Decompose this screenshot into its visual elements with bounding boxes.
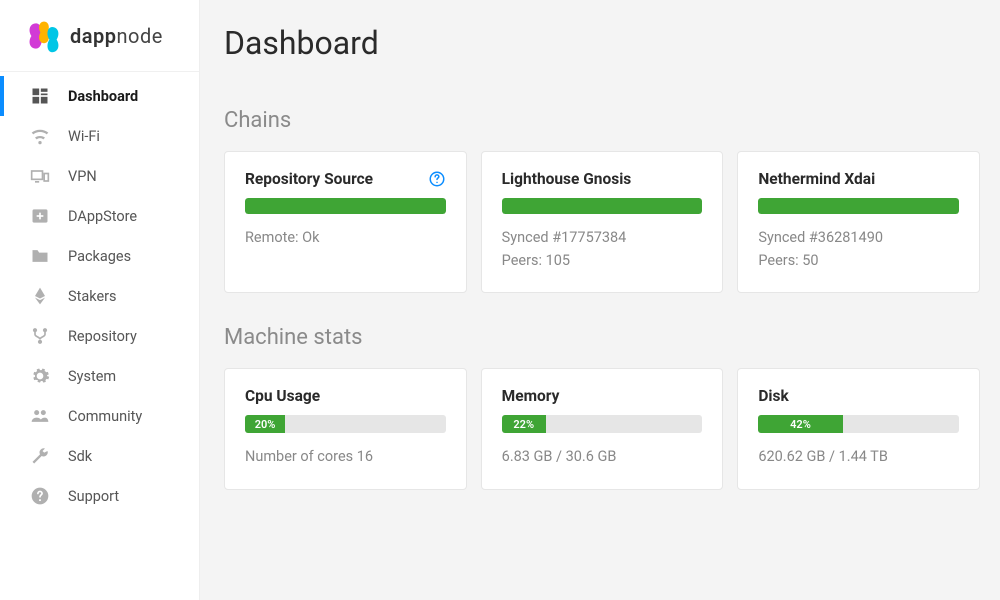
card-subtext: 6.83 GB / 30.6 GB bbox=[502, 445, 703, 468]
card-status-line: Remote: Ok bbox=[245, 226, 446, 249]
logo[interactable]: dappnode bbox=[0, 0, 199, 72]
card-status-line: Synced #17757384 bbox=[502, 226, 703, 249]
progress-fill bbox=[758, 198, 959, 214]
card-title: Repository Source bbox=[245, 170, 373, 188]
sidebar-item-dashboard[interactable]: Dashboard bbox=[0, 76, 199, 116]
sidebar-item-label: System bbox=[68, 368, 116, 385]
people-icon bbox=[30, 406, 50, 426]
sidebar: dappnode Dashboard Wi-Fi VPN bbox=[0, 0, 200, 600]
sidebar-item-label: Dashboard bbox=[68, 88, 138, 105]
section-title-stats: Machine stats bbox=[224, 325, 980, 350]
chain-card-repository-source: Repository Source Remote: Ok bbox=[224, 151, 467, 293]
chains-cards: Repository Source Remote: Ok Lighthouse … bbox=[224, 151, 980, 293]
logo-text: dappnode bbox=[70, 24, 163, 48]
wifi-icon bbox=[30, 126, 50, 146]
sidebar-item-label: Stakers bbox=[68, 288, 117, 305]
plus-box-icon bbox=[30, 206, 50, 226]
stat-card-disk: Disk 42% 620.62 GB / 1.44 TB bbox=[737, 368, 980, 489]
help-circle-icon bbox=[30, 486, 50, 506]
stats-cards: Cpu Usage 20% Number of cores 16 Memory … bbox=[224, 368, 980, 489]
progress-bar bbox=[758, 198, 959, 214]
card-title: Lighthouse Gnosis bbox=[502, 170, 632, 188]
sidebar-item-label: Support bbox=[68, 488, 119, 505]
help-icon[interactable] bbox=[428, 170, 446, 188]
sidebar-item-label: Sdk bbox=[68, 448, 92, 465]
sidebar-item-vpn[interactable]: VPN bbox=[0, 156, 199, 196]
page-title: Dashboard bbox=[224, 24, 980, 62]
dashboard-icon bbox=[30, 86, 50, 106]
sidebar-item-label: Wi-Fi bbox=[68, 128, 100, 145]
card-title: Nethermind Xdai bbox=[758, 170, 875, 188]
sidebar-item-label: VPN bbox=[68, 168, 97, 185]
gear-icon bbox=[30, 366, 50, 386]
progress-fill bbox=[502, 198, 703, 214]
sidebar-item-label: DAppStore bbox=[68, 208, 137, 225]
sidebar-item-wifi[interactable]: Wi-Fi bbox=[0, 116, 199, 156]
section-title-chains: Chains bbox=[224, 108, 980, 133]
progress-bar bbox=[502, 198, 703, 214]
devices-icon bbox=[30, 166, 50, 186]
card-title: Disk bbox=[758, 387, 788, 405]
card-status-line: Synced #36281490 bbox=[758, 226, 959, 249]
usage-fill: 20% bbox=[245, 415, 285, 433]
sidebar-item-packages[interactable]: Packages bbox=[0, 236, 199, 276]
card-title: Memory bbox=[502, 387, 560, 405]
ethereum-icon bbox=[30, 286, 50, 306]
card-status-line: Peers: 50 bbox=[758, 249, 959, 272]
sidebar-item-dappstore[interactable]: DAppStore bbox=[0, 196, 199, 236]
sidebar-item-label: Repository bbox=[68, 328, 137, 345]
sidebar-item-sdk[interactable]: Sdk bbox=[0, 436, 199, 476]
fork-icon bbox=[30, 326, 50, 346]
card-status-line: Peers: 105 bbox=[502, 249, 703, 272]
progress-bar bbox=[245, 198, 446, 214]
card-subtext: Number of cores 16 bbox=[245, 445, 446, 468]
sidebar-item-stakers[interactable]: Stakers bbox=[0, 276, 199, 316]
usage-bar: 42% bbox=[758, 415, 959, 433]
sidebar-item-community[interactable]: Community bbox=[0, 396, 199, 436]
sidebar-item-label: Packages bbox=[68, 248, 131, 265]
logo-icon bbox=[26, 18, 62, 54]
sidebar-item-system[interactable]: System bbox=[0, 356, 199, 396]
sidebar-item-label: Community bbox=[68, 408, 142, 425]
usage-fill: 42% bbox=[758, 415, 842, 433]
chain-card-nethermind: Nethermind Xdai Synced #36281490 Peers: … bbox=[737, 151, 980, 293]
card-title: Cpu Usage bbox=[245, 387, 320, 405]
sidebar-item-repository[interactable]: Repository bbox=[0, 316, 199, 356]
usage-bar: 20% bbox=[245, 415, 446, 433]
nav: Dashboard Wi-Fi VPN DAppStore bbox=[0, 72, 199, 516]
folder-icon bbox=[30, 246, 50, 266]
usage-fill: 22% bbox=[502, 415, 546, 433]
stat-card-cpu: Cpu Usage 20% Number of cores 16 bbox=[224, 368, 467, 489]
progress-fill bbox=[245, 198, 446, 214]
card-subtext: 620.62 GB / 1.44 TB bbox=[758, 445, 959, 468]
chain-card-lighthouse: Lighthouse Gnosis Synced #17757384 Peers… bbox=[481, 151, 724, 293]
usage-bar: 22% bbox=[502, 415, 703, 433]
sidebar-item-support[interactable]: Support bbox=[0, 476, 199, 516]
main-content: Dashboard Chains Repository Source Remot… bbox=[200, 0, 1000, 600]
wrench-icon bbox=[30, 446, 50, 466]
stat-card-memory: Memory 22% 6.83 GB / 30.6 GB bbox=[481, 368, 724, 489]
